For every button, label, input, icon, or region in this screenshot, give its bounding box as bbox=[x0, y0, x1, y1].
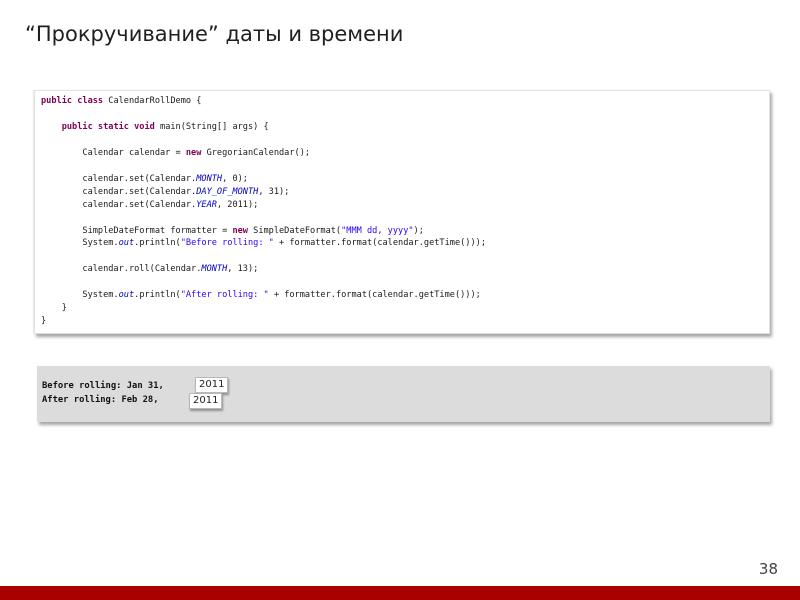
code-token: .println( bbox=[134, 290, 181, 301]
code-token-kw: public class bbox=[41, 96, 109, 106]
code-token-kw: public static void bbox=[61, 121, 161, 132]
code-token-fld: YEAR bbox=[196, 199, 217, 210]
year-tag-before: 2011 bbox=[195, 377, 229, 393]
code-token-str: "Before rolling: " bbox=[180, 238, 274, 249]
year-tag-after: 2011 bbox=[189, 393, 223, 409]
code-token: } bbox=[41, 316, 47, 327]
console-output-panel: Before rolling: Jan 31, After rolling: Fe… bbox=[37, 366, 770, 422]
code-token-fld: out bbox=[118, 238, 135, 249]
code-token: , 0); bbox=[222, 173, 248, 184]
code-token: System. bbox=[41, 238, 119, 249]
code-token: calendar.set(Calendar. bbox=[41, 199, 197, 210]
code-token: ); bbox=[413, 225, 424, 236]
code-token: calendar.roll(Calendar. bbox=[41, 264, 202, 275]
code-token: + formatter.format(calendar.getTime())); bbox=[268, 290, 481, 301]
output-line-after: After rolling: Feb 28, bbox=[42, 394, 159, 405]
code-token: System. bbox=[41, 290, 119, 301]
code-token-kw: new bbox=[185, 147, 207, 158]
code-line: } bbox=[41, 302, 769, 315]
code-token: SimpleDateFormat formatter = bbox=[41, 225, 233, 236]
code-line: calendar.roll(Calendar.MONTH, 13); bbox=[41, 263, 769, 276]
code-token: , 31); bbox=[258, 186, 290, 197]
code-token-str: "After rolling: " bbox=[180, 290, 269, 301]
code-block: public class CalendarRollDemo { public s… bbox=[41, 95, 769, 328]
code-token: SimpleDateFormat( bbox=[253, 225, 342, 236]
page-number: 38 bbox=[758, 560, 778, 578]
code-token: main(String[] args) { bbox=[160, 121, 269, 132]
code-line: public static void main(String[] args) { bbox=[41, 121, 769, 134]
code-token: .println( bbox=[134, 238, 181, 249]
code-token: + formatter.format(calendar.getTime())); bbox=[273, 238, 486, 249]
code-token: , 13); bbox=[227, 264, 259, 275]
code-line: calendar.set(Calendar.DAY_OF_MONTH, 31); bbox=[41, 186, 769, 199]
code-token-fld: DAY_OF_MONTH bbox=[196, 186, 259, 197]
code-token-kw: new bbox=[232, 225, 254, 236]
code-token: CalendarRollDemo { bbox=[108, 96, 202, 106]
code-line: } bbox=[41, 315, 769, 328]
code-panel: public class CalendarRollDemo { public s… bbox=[34, 90, 770, 334]
code-token-str: "MMM dd, yyyy" bbox=[341, 225, 414, 236]
code-line: System.out.println("Before rolling: " + … bbox=[41, 237, 769, 250]
code-token: calendar.set(Calendar. bbox=[41, 173, 197, 184]
code-token: Calendar calendar = bbox=[41, 147, 186, 158]
footer-bar bbox=[0, 586, 800, 600]
code-token: } bbox=[41, 303, 67, 314]
code-token: calendar.set(Calendar. bbox=[41, 186, 197, 197]
code-line: System.out.println("After rolling: " + f… bbox=[41, 289, 769, 302]
code-line: Calendar calendar = new GregorianCalenda… bbox=[41, 147, 769, 160]
slide-title: “Прокручивание” даты и времени bbox=[25, 22, 404, 46]
code-line: SimpleDateFormat formatter = new SimpleD… bbox=[41, 225, 769, 238]
code-line: calendar.set(Calendar.MONTH, 0); bbox=[41, 173, 769, 186]
code-token-fld: out bbox=[118, 290, 135, 301]
code-token: GregorianCalendar(); bbox=[206, 147, 311, 158]
code-line: public class CalendarRollDemo { bbox=[41, 95, 769, 108]
output-line-before: Before rolling: Jan 31, bbox=[42, 381, 164, 391]
code-token: , 2011); bbox=[216, 199, 259, 210]
code-token-fld: MONTH bbox=[201, 264, 228, 275]
console-output: Before rolling: Jan 31, After rolling: Fe… bbox=[42, 380, 770, 407]
code-token-fld: MONTH bbox=[196, 173, 223, 184]
code-line: calendar.set(Calendar.YEAR, 2011); bbox=[41, 199, 769, 212]
